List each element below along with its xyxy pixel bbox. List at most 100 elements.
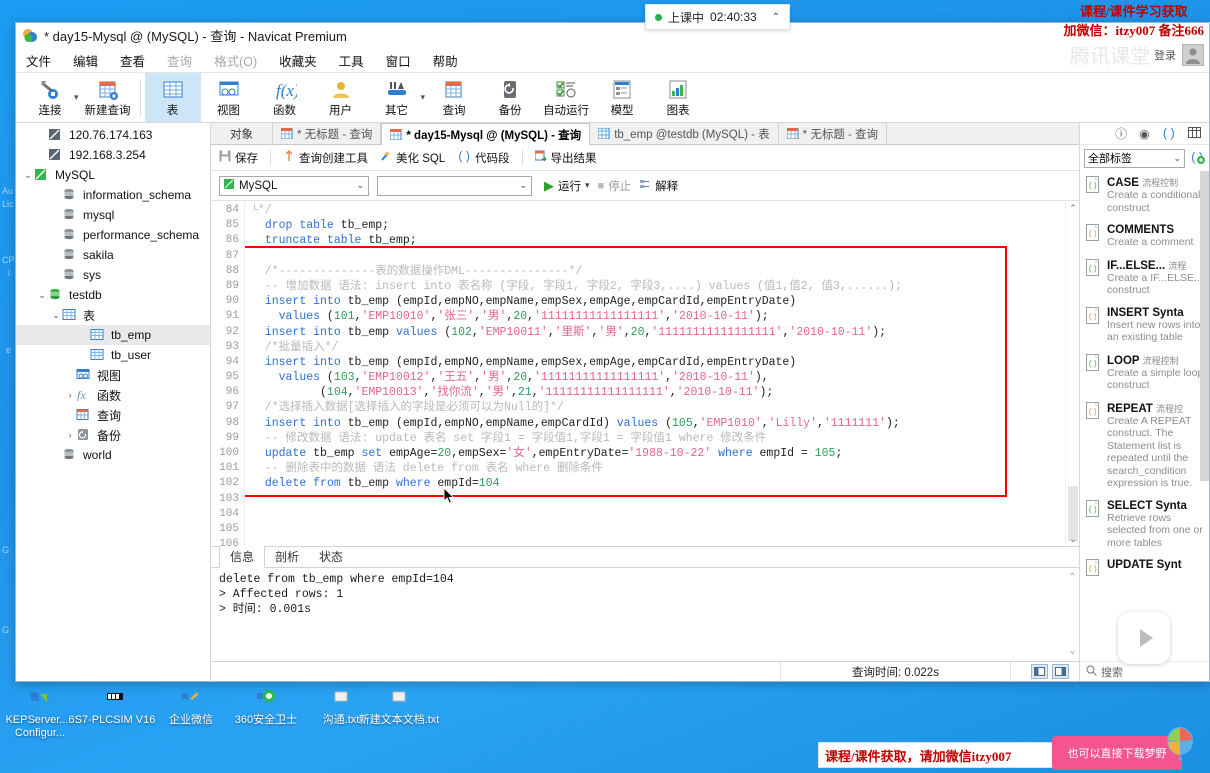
code-line[interactable]: /*选择插入数据[选择插入的字段是必须可以为Null的]*/ [245, 400, 1065, 415]
class-timer-widget[interactable]: 上课中 02:40:33 ⌃ [645, 4, 790, 30]
tree-node-备份[interactable]: ›备份 [16, 425, 210, 445]
toolbar-model[interactable]: 模型 [594, 73, 650, 122]
tree-node-sakila[interactable]: sakila [16, 245, 210, 265]
tree-node-tb_user[interactable]: tb_user [16, 345, 210, 365]
scroll-down-icon[interactable]: ⌄ [1066, 532, 1079, 546]
code-line[interactable]: drop table tb_emp; [245, 218, 1065, 233]
sql-code-area[interactable]: └*/ drop table tb_emp; truncate table tb… [245, 201, 1065, 546]
balloon-icon[interactable] [1160, 726, 1200, 768]
menu-help[interactable]: 帮助 [433, 51, 458, 70]
tree-node-mysql[interactable]: mysql [16, 205, 210, 225]
code-line[interactable] [245, 537, 1065, 546]
chevron-down-icon[interactable]: ⌄ [1173, 153, 1181, 164]
menu-tools[interactable]: 工具 [339, 51, 364, 70]
tree-node-testdb[interactable]: ⌄testdb [16, 285, 210, 305]
toolbar-table[interactable]: 表 [145, 73, 201, 122]
scroll-down-icon[interactable]: ⌄ [1070, 644, 1075, 659]
tag-filter-select[interactable]: 全部标签 ⌄ [1084, 149, 1185, 168]
scrollbar-thumb[interactable] [1200, 171, 1209, 481]
menu-edit[interactable]: 编辑 [73, 51, 98, 70]
explain-button[interactable]: 解释 [639, 178, 678, 194]
snippet-item[interactable]: ()IF...ELSE... 流程Create a IF...ELSE... c… [1080, 254, 1209, 302]
tree-node-mysql[interactable]: ⌄MySQL [16, 165, 210, 185]
toolbar-chart[interactable]: 图表 [650, 73, 706, 122]
chevron-down-icon[interactable]: ⌄ [50, 310, 62, 321]
results-tab-strip[interactable]: 信息 剖析 状态 [211, 547, 1079, 568]
save-button[interactable]: 保存 [219, 150, 258, 166]
snippet-item[interactable]: ()REPEAT 流程控Create A REPEAT construct. T… [1080, 397, 1209, 495]
code-line[interactable]: -- 删除表中的数据 语法 delete from 表名 where 删除条件 [245, 461, 1065, 476]
code-line[interactable]: values (101,'EMP10010','张三','男',20,'1111… [245, 309, 1065, 324]
tree-node-函数[interactable]: ›fx函数 [16, 385, 210, 405]
toolbar-new-query[interactable]: 新建查询 [80, 73, 136, 122]
code-line[interactable]: delete from tb_emp where empId=104 [245, 476, 1065, 491]
code-line[interactable] [245, 507, 1065, 522]
play-button-icon[interactable] [1118, 612, 1170, 664]
code-snippet-button[interactable]: () 代码段 [457, 150, 509, 166]
code-line[interactable]: insert into tb_emp values (102,'EMP10011… [245, 325, 1065, 340]
menu-window[interactable]: 窗口 [386, 51, 411, 70]
menu-query[interactable]: 查询 [167, 51, 192, 70]
result-tab-info[interactable]: 信息 [219, 545, 265, 568]
chevron-down-icon[interactable]: ⌄ [36, 290, 48, 301]
code-line[interactable]: insert into tb_emp (empId,empNO,empName,… [245, 355, 1065, 370]
info-icon[interactable]: ⓘ [1115, 125, 1127, 142]
export-result-button[interactable]: 导出结果 [535, 150, 597, 166]
code-line[interactable]: insert into tb_emp (empId,empNO,empName,… [245, 416, 1065, 431]
snippets-items[interactable]: ()CASE 流程控制Create a conditional construc… [1080, 171, 1209, 582]
snippet-item[interactable]: ()INSERT SyntaInsert new rows into an ex… [1080, 302, 1209, 349]
desktop-icon-text-file-2[interactable]: 新建文本文档.txt [350, 690, 448, 727]
code-line[interactable]: truncate table tb_emp; [245, 233, 1065, 248]
scroll-up-icon[interactable]: ⌃ [1070, 570, 1075, 585]
snippet-item[interactable]: ()SELECT SyntaRetrieve rows selected fro… [1080, 495, 1209, 555]
add-snippet-icon[interactable]: () [1190, 149, 1205, 167]
tree-node-tb_emp[interactable]: tb_emp [16, 325, 210, 345]
chevron-right-icon[interactable]: › [64, 430, 76, 440]
code-line[interactable]: -- 增加数据 语法: insert into 表名称 (字段, 字段1, 字段… [245, 279, 1065, 294]
code-line[interactable]: insert into tb_emp (empId,empNO,empName,… [245, 294, 1065, 309]
code-line[interactable]: /*批量插入*/ [245, 340, 1065, 355]
toolbar-connection[interactable]: 连接 [22, 73, 78, 122]
result-tab-profile[interactable]: 剖析 [265, 546, 309, 567]
query-builder-button[interactable]: 查询创建工具 [283, 150, 368, 166]
toolbar-query[interactable]: 查询 [426, 73, 482, 122]
toolbar-function[interactable]: f(x) 函数 [257, 73, 313, 122]
tree-node-查询[interactable]: 查询 [16, 405, 210, 425]
menu-favorites[interactable]: 收藏夹 [279, 51, 317, 70]
tree-node-performance_schema[interactable]: performance_schema [16, 225, 210, 245]
menu-format[interactable]: 格式(O) [214, 51, 257, 70]
scroll-up-icon[interactable]: ⌃ [1066, 201, 1079, 215]
split-horizontal-icon[interactable] [1031, 664, 1048, 679]
tree-node-information_schema[interactable]: information_schema [16, 185, 210, 205]
tree-node-表[interactable]: ⌄表 [16, 305, 210, 325]
chevron-down-icon[interactable]: ⌄ [513, 180, 527, 191]
eye-icon[interactable]: ◉ [1139, 127, 1149, 141]
tree-node-视图[interactable]: 视图 [16, 365, 210, 385]
split-vertical-icon[interactable] [1052, 664, 1069, 679]
code-line[interactable] [245, 492, 1065, 507]
avatar[interactable] [1182, 44, 1204, 66]
code-line[interactable]: update tb_emp set empAge=20,empSex='女',e… [245, 446, 1065, 461]
code-line[interactable]: (104,'EMP10013','找你流','男',21,'1111111111… [245, 385, 1065, 400]
snippet-item[interactable]: ()UPDATE Synt [1080, 554, 1209, 582]
result-tab-status[interactable]: 状态 [309, 546, 353, 567]
beautify-sql-button[interactable]: 美化 SQL [380, 150, 445, 166]
database-tree[interactable]: 120.76.174.163192.168.3.254⌄MySQLinforma… [16, 125, 210, 465]
chevron-down-icon[interactable]: ⌄ [22, 170, 34, 181]
code-line[interactable]: values (103,'EMP10012','王五','男',20,'1111… [245, 370, 1065, 385]
grid-icon[interactable] [1188, 127, 1201, 141]
menu-file[interactable]: 文件 [26, 51, 51, 70]
view-mode-buttons[interactable] [1021, 662, 1079, 681]
code-line[interactable]: -- 修改数据 语法: update 表名 set 字段1 = 字段值1,字段1… [245, 431, 1065, 446]
chevron-up-icon[interactable]: ⌃ [772, 12, 780, 23]
object-tree-sidebar[interactable]: 120.76.174.163192.168.3.254⌄MySQLinforma… [16, 123, 211, 681]
run-button[interactable]: ▶ 运行 ▾ [544, 178, 590, 194]
chevron-down-icon[interactable]: ▾ [585, 180, 590, 191]
snippets-search[interactable]: 搜索 [1080, 661, 1209, 681]
code-icon[interactable]: () [1162, 127, 1176, 141]
tab-tb-emp-table[interactable]: tb_emp @testdb (MySQL) - 表 [590, 123, 778, 144]
code-line[interactable]: /*--------------表的数据操作DML---------------… [245, 264, 1065, 279]
tree-node-12076174163[interactable]: 120.76.174.163 [16, 125, 210, 145]
toolbar-view[interactable]: 视图 [201, 73, 257, 122]
toolbar-other[interactable]: 其它 [369, 73, 425, 122]
